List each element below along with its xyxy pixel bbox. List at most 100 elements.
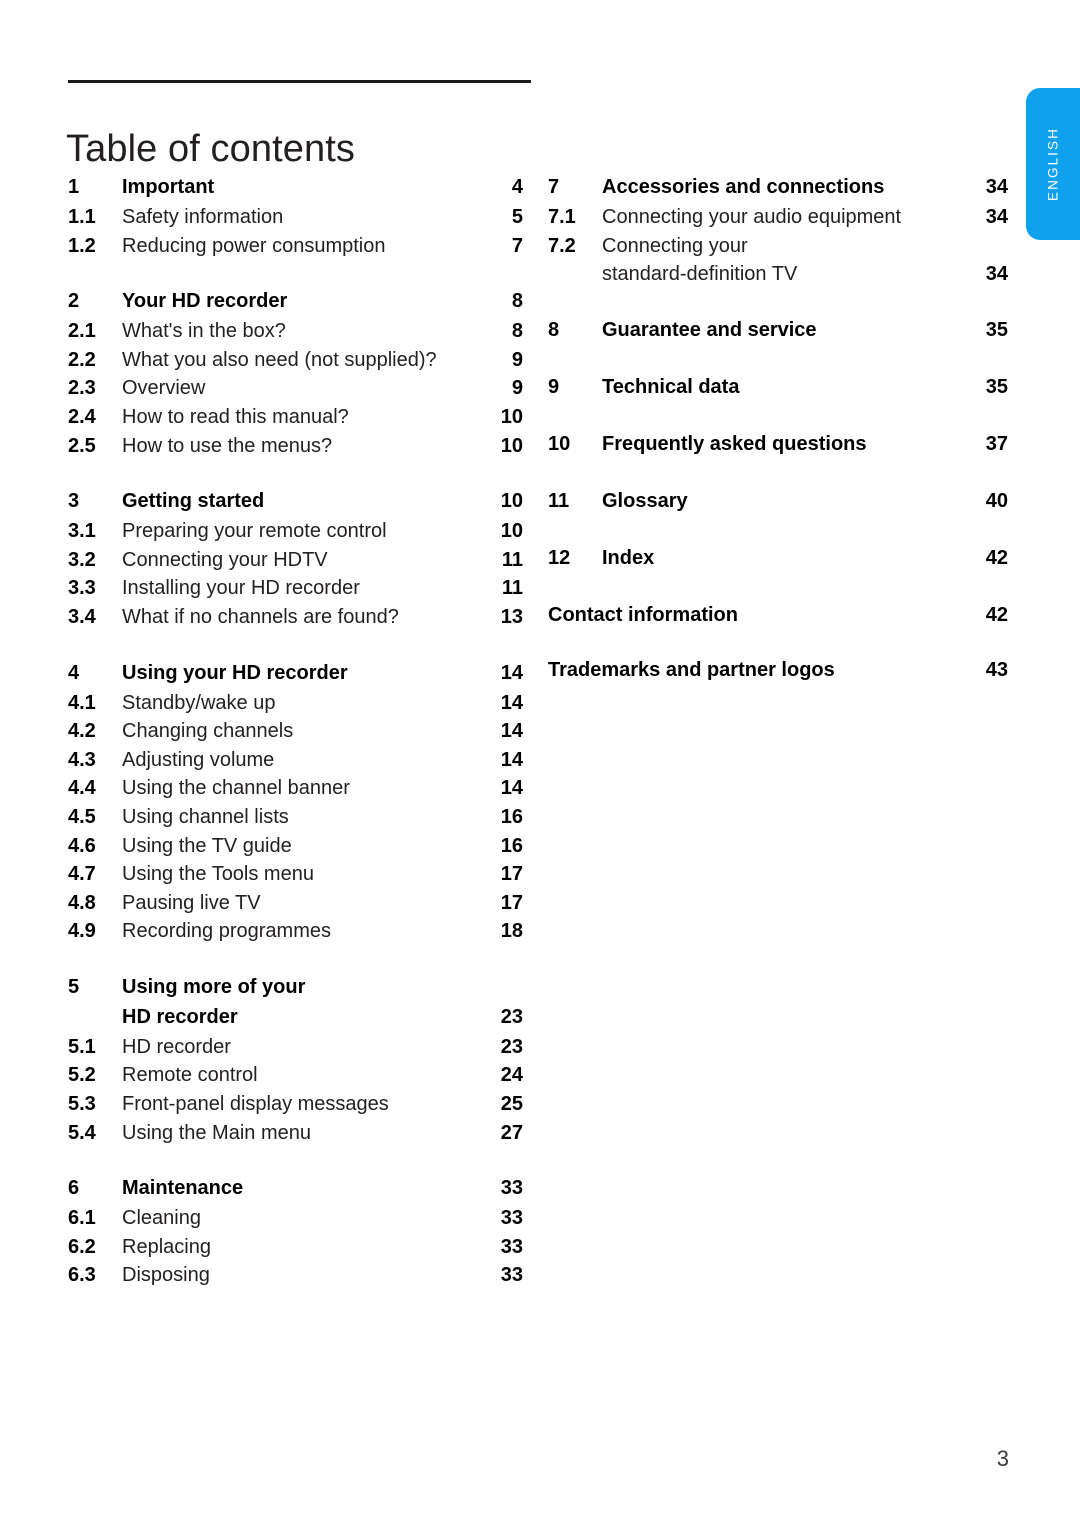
toc-entry-number: 4.7 [68, 863, 96, 886]
toc-heading[interactable]: 11 Glossary 40 [548, 490, 1008, 520]
toc-heading-title: Frequently asked questions [602, 432, 867, 455]
toc-entry-page: 14 [500, 748, 523, 771]
toc-entry-title: What's in the box? [122, 320, 286, 343]
toc-entry-continuation[interactable]: standard-definition TV 34 [548, 263, 1008, 292]
toc-heading-number: 11 [548, 489, 570, 512]
toc-heading[interactable]: 12 Index 42 [548, 547, 1008, 577]
toc-heading-number: 12 [548, 546, 571, 569]
toc-entry-number: 6.1 [68, 1207, 96, 1230]
toc-entry-number: 2.5 [68, 434, 96, 457]
toc-entry-page: 9 [511, 377, 523, 400]
toc-entry-title: Overview [122, 377, 206, 400]
toc-heading-page: 35 [985, 375, 1008, 398]
toc-entry-title: Using the Tools menu [122, 863, 314, 886]
toc-entry-number: 4.8 [68, 891, 96, 914]
toc-heading[interactable]: 8 Guarantee and service 35 [548, 319, 1008, 349]
toc-entry[interactable]: 2.2 What you also need (not supplied)? 9 [68, 349, 523, 378]
toc-heading-continuation[interactable]: HD recorder 23 [68, 1006, 523, 1036]
toc-entry[interactable]: 6.2 Replacing 33 [68, 1236, 523, 1265]
toc-entry[interactable]: 4.6 Using the TV guide 16 [68, 835, 523, 864]
toc-entry-unnumbered-page: 42 [985, 603, 1008, 626]
toc-heading[interactable]: 3 Getting started 10 [68, 490, 523, 520]
toc-entry-unnumbered[interactable]: Trademarks and partner logos 43 [548, 659, 1008, 688]
toc-entry[interactable]: 5.3 Front-panel display messages 25 [68, 1093, 523, 1122]
toc-entry[interactable]: 2.1 What's in the box? 8 [68, 320, 523, 349]
toc-entry-page: 14 [500, 720, 523, 743]
toc-entry[interactable]: 4.4 Using the channel banner 14 [68, 777, 523, 806]
toc-entry[interactable]: 4.7 Using the Tools menu 17 [68, 863, 523, 892]
toc-entry-title: How to read this manual? [122, 405, 349, 428]
toc-entry-title: Using the channel banner [122, 777, 350, 800]
toc-entry[interactable]: 4.1 Standby/wake up 14 [68, 692, 523, 721]
toc-entry-number: 6.2 [68, 1235, 96, 1258]
toc-entry-number: 2.4 [68, 405, 96, 428]
toc-entry-title: Preparing your remote control [122, 520, 387, 543]
toc-entry-unnumbered-title: Contact information [548, 603, 738, 626]
toc-heading[interactable]: 7 Accessories and connections 34 [548, 176, 1008, 206]
toc-heading-page: 37 [985, 432, 1008, 455]
toc-entry[interactable]: 2.5 How to use the menus? 10 [68, 435, 523, 464]
toc-entry-number: 3.3 [68, 577, 96, 600]
toc-entry[interactable]: 1.2 Reducing power consumption 7 [68, 235, 523, 264]
toc-entry[interactable]: 4.5 Using channel lists 16 [68, 806, 523, 835]
toc-column-left: 1 Important 4 1.1 Safety information 5 1.2 Redu… [68, 176, 523, 1293]
toc-entry[interactable]: 7.2 Connecting your [548, 235, 1008, 264]
toc-heading[interactable]: 10 Frequently asked questions 37 [548, 433, 1008, 463]
toc-entry[interactable]: 3.1 Preparing your remote control 10 [68, 520, 523, 549]
toc-entry[interactable]: 3.2 Connecting your HDTV 11 [68, 549, 523, 578]
toc-entry-number: 4.6 [68, 834, 96, 857]
toc-entry[interactable]: 1.1 Safety information 5 [68, 206, 523, 235]
toc-heading[interactable]: 6 Maintenance 33 [68, 1177, 523, 1207]
toc-entry-number: 2.2 [68, 348, 96, 371]
toc-heading-page: 10 [500, 490, 523, 513]
toc-entry-page: 10 [500, 434, 523, 457]
toc-entry[interactable]: 3.4 What if no channels are found? 13 [68, 606, 523, 635]
toc-entry[interactable]: 3.3 Installing your HD recorder 11 [68, 577, 523, 606]
toc-entry-page: 10 [500, 520, 523, 543]
toc-entry-title: Using the Main menu [122, 1121, 311, 1144]
toc-entry[interactable]: 4.8 Pausing live TV 17 [68, 892, 523, 921]
toc-entry-continuation-page: 34 [985, 263, 1008, 286]
toc-entry-page: 27 [500, 1121, 523, 1144]
toc-entry-page: 7 [511, 234, 523, 257]
toc-heading[interactable]: 5 Using more of your [68, 976, 523, 1006]
toc-heading-number: 8 [548, 318, 560, 341]
toc-entry-page: 25 [500, 1093, 523, 1116]
toc-entry[interactable]: 2.4 How to read this manual? 10 [68, 406, 523, 435]
toc-entry-page: 9 [511, 348, 523, 371]
toc-heading-number: 9 [548, 375, 560, 398]
toc-entry[interactable]: 4.9 Recording programmes 18 [68, 920, 523, 949]
language-tab-label: ENGLISH [1045, 127, 1061, 201]
toc-heading[interactable]: 1 Important 4 [68, 176, 523, 206]
toc-entry[interactable]: 5.4 Using the Main menu 27 [68, 1122, 523, 1151]
toc-entry-unnumbered-page: 43 [985, 659, 1008, 682]
toc-entry-title: Installing your HD recorder [122, 577, 360, 600]
toc-heading-number: 6 [68, 1177, 80, 1200]
toc-entry[interactable]: 7.1 Connecting your audio equipment 34 [548, 206, 1008, 235]
toc-heading[interactable]: 2 Your HD recorder 8 [68, 290, 523, 320]
toc-entry-page: 13 [500, 605, 523, 628]
toc-heading-page: 14 [500, 661, 523, 684]
toc-entry[interactable]: 2.3 Overview 9 [68, 377, 523, 406]
toc-entry[interactable]: 6.3 Disposing 33 [68, 1264, 523, 1293]
toc-heading-number: 5 [68, 975, 80, 998]
toc-heading-title: Getting started [122, 490, 265, 513]
toc-entry[interactable]: 5.2 Remote control 24 [68, 1064, 523, 1093]
toc-heading[interactable]: 4 Using your HD recorder 14 [68, 662, 523, 692]
page-number: 3 [996, 1446, 1009, 1471]
toc-entry-number: 3.4 [68, 605, 96, 628]
toc-entry[interactable]: 6.1 Cleaning 33 [68, 1207, 523, 1236]
toc-heading-number: 7 [548, 176, 560, 198]
toc-heading[interactable]: 9 Technical data 35 [548, 376, 1008, 406]
toc-group: Trademarks and partner logos 43 [548, 659, 1008, 688]
toc-entry[interactable]: 4.3 Adjusting volume 14 [68, 749, 523, 778]
toc-entry-number: 4.4 [68, 777, 96, 800]
toc-entry-unnumbered[interactable]: Contact information 42 [548, 604, 1008, 633]
toc-entry-number: 4.1 [68, 691, 96, 714]
toc-entry[interactable]: 5.1 HD recorder 23 [68, 1036, 523, 1065]
toc-entry[interactable]: 4.2 Changing channels 14 [68, 720, 523, 749]
toc-heading-title: Glossary [602, 489, 688, 512]
toc-entry-number: 7.2 [548, 234, 576, 257]
toc-heading-number: 10 [548, 432, 571, 455]
toc-entry-title: Reducing power consumption [122, 234, 386, 257]
